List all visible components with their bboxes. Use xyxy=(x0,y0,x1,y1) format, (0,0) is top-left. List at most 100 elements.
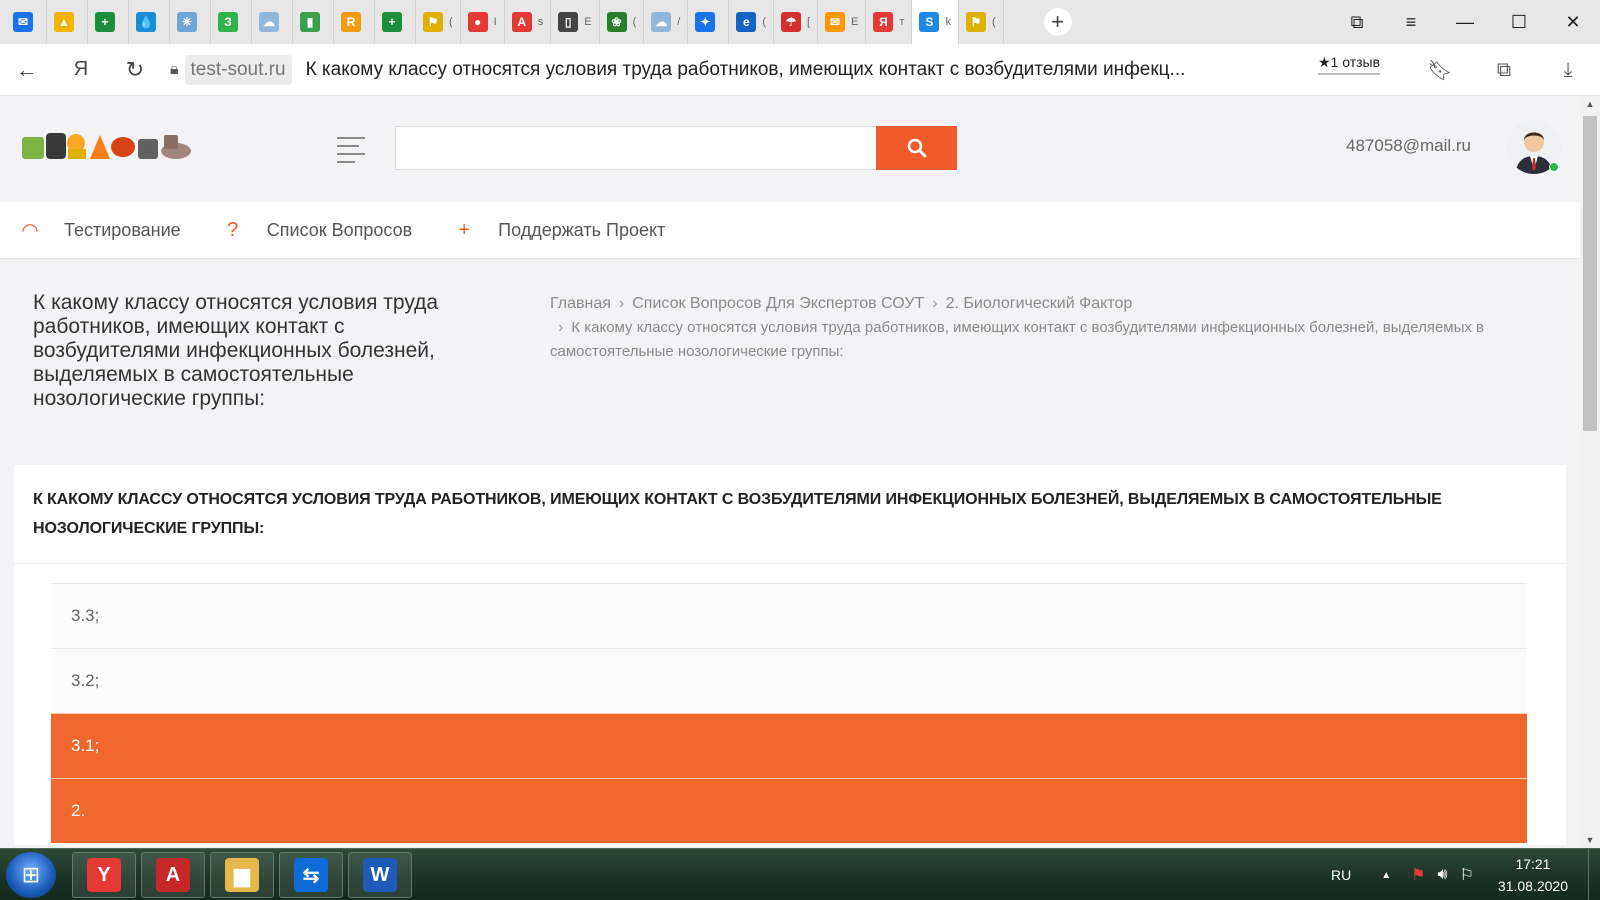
start-button[interactable]: ⊞ xyxy=(6,852,56,898)
menu-item-2[interactable]: + Поддержать Проект xyxy=(452,219,665,242)
divider xyxy=(14,563,1566,564)
menu-item-1[interactable]: ? Список Вопросов xyxy=(221,219,412,242)
page-heading-area: К какому классу относятся условия труда … xyxy=(0,259,1580,464)
user-email[interactable]: 487058@mail.ru xyxy=(1346,136,1471,156)
menu-item-0[interactable]: ◠ Тестирование xyxy=(18,218,180,243)
network-error-icon[interactable]: ⚑ xyxy=(1411,865,1425,885)
address-domain[interactable]: test-sout.ru xyxy=(184,54,292,85)
close-window-button[interactable]: ✕ xyxy=(1546,12,1600,33)
answer-option[interactable]: 2. xyxy=(51,778,1527,843)
question-text: К какому классу относятся условия труда … xyxy=(33,491,1442,537)
browser-tab[interactable]: ▮ xyxy=(293,0,334,44)
search-button[interactable] xyxy=(876,126,957,170)
drop-icon: 💧 xyxy=(136,12,156,32)
taskbar-app[interactable]: A xyxy=(141,852,205,898)
taskbar-app[interactable]: ▆ xyxy=(210,852,274,898)
weather-icon: ☁ xyxy=(651,12,672,32)
question-icon: ? xyxy=(227,218,239,241)
dashboard-icon: ◠ xyxy=(21,219,39,242)
lock-icon[interactable]: 🔒︎ xyxy=(170,61,179,79)
show-hidden-icons-icon[interactable]: ▲ xyxy=(1381,870,1391,881)
tab-title: ( xyxy=(762,16,766,28)
action-center-icon[interactable]: ⚐ xyxy=(1460,865,1474,885)
taskbar-app[interactable]: ⇆ xyxy=(279,852,343,898)
language-indicator[interactable]: RU xyxy=(1331,867,1351,883)
address-page-title[interactable]: К какому классу относятся условия труда … xyxy=(306,59,1226,81)
answer-list: 3.3; 3.2; 3.1; 2. xyxy=(51,583,1527,843)
browser-tab[interactable]: ⚑( xyxy=(959,0,1004,44)
tool-icon: ✳ xyxy=(177,12,197,32)
breadcrumb-current: К какому классу относятся условия труда … xyxy=(550,319,1485,360)
browser-tab[interactable]: ● I xyxy=(461,0,505,44)
s-icon: S xyxy=(919,12,940,32)
question-card: К какому классу относятся условия труда … xyxy=(14,465,1566,845)
tab-title: ( xyxy=(449,16,453,28)
answer-option[interactable]: 3.1; xyxy=(51,713,1527,778)
browser-tab[interactable]: + xyxy=(88,0,129,44)
browser-tab[interactable]: ▯ E xyxy=(551,0,600,44)
show-desktop-button[interactable] xyxy=(1588,849,1600,900)
browser-tab[interactable]: 💧 xyxy=(129,0,170,44)
browser-tab[interactable]: З xyxy=(211,0,252,44)
volume-icon[interactable]: 🔊︎ xyxy=(1437,866,1447,884)
browser-tab[interactable]: ✳ xyxy=(170,0,211,44)
menu-item-label: Список Вопросов xyxy=(266,219,413,240)
yandex-home-button[interactable]: Я xyxy=(54,58,108,81)
search-icon xyxy=(907,138,926,158)
tab-title: / xyxy=(677,16,681,28)
browser-tab[interactable]: ▲ xyxy=(47,0,88,44)
breadcrumb-level1[interactable]: Список Вопросов Для Экспертов СОУТ xyxy=(632,295,924,312)
browser-tab[interactable]: ⚑( xyxy=(416,0,461,44)
back-button[interactable]: ← xyxy=(0,57,54,83)
sheets-plus-icon: + xyxy=(95,12,115,32)
e-icon: e xyxy=(736,12,757,32)
browser-menu-icon[interactable]: ≡ xyxy=(1384,12,1438,33)
new-tab-button[interactable]: + xyxy=(1043,8,1072,36)
bookmark-icon[interactable]: 🔖︎ xyxy=(1408,58,1472,83)
answer-option[interactable]: 3.2; xyxy=(51,648,1527,713)
answer-option[interactable]: 3.3; xyxy=(51,583,1527,648)
clock[interactable]: 17:21 31.08.2020 xyxy=(1498,853,1568,897)
browser-tab[interactable]: + xyxy=(375,0,416,44)
page-scrollbar[interactable]: ▲ ▼ xyxy=(1580,96,1600,848)
breadcrumb-level2[interactable]: 2. Биологический Фактор xyxy=(946,295,1133,312)
browser-tab[interactable]: ✉ E xyxy=(818,0,867,44)
browser-tab[interactable]: e( xyxy=(729,0,774,44)
download-icon[interactable]: ⤓ xyxy=(1536,59,1600,82)
tab-title: ( xyxy=(991,16,996,28)
book-icon: ▮ xyxy=(300,12,320,32)
minimize-button[interactable]: — xyxy=(1438,12,1492,33)
yandex-browser-icon: Y xyxy=(87,858,121,892)
menu-toggle-icon[interactable] xyxy=(337,137,365,169)
browser-tab[interactable]: ☂[ xyxy=(774,0,819,44)
scroll-thumb[interactable] xyxy=(1583,116,1597,431)
breadcrumb-home[interactable]: Главная xyxy=(550,295,611,312)
scroll-down-icon[interactable]: ▼ xyxy=(1580,832,1600,848)
search-input[interactable] xyxy=(395,126,877,170)
browser-tab[interactable]: ☁ / xyxy=(644,0,689,44)
tab-title: [ xyxy=(806,16,811,28)
folder-icon: ▆ xyxy=(225,858,259,892)
browser-tab[interactable]: R xyxy=(334,0,375,44)
scroll-up-icon[interactable]: ▲ xyxy=(1580,96,1600,112)
puzzle-icon: ✦ xyxy=(695,12,716,32)
browser-tab[interactable]: ✉ xyxy=(6,0,47,44)
translate-icon[interactable]: ⧉ xyxy=(1472,59,1536,82)
workwear-icon: ⚑ xyxy=(423,12,443,32)
browser-tab[interactable]: Sk xyxy=(912,0,959,44)
map-pin-icon: ● xyxy=(467,12,488,32)
browser-tab[interactable]: Ят xyxy=(866,0,913,44)
clover-icon: ❀ xyxy=(606,12,627,32)
tab-title: ( xyxy=(632,16,637,28)
taskbar-app[interactable]: W xyxy=(348,852,412,898)
browser-tab[interactable]: ❀( xyxy=(600,0,645,44)
taskbar-app[interactable]: Y xyxy=(72,852,136,898)
site-logo[interactable] xyxy=(20,129,192,163)
reviews-link[interactable]: ★1 отзыв xyxy=(1318,54,1381,75)
reload-button[interactable]: ↻ xyxy=(108,57,162,83)
browser-tab[interactable]: As xyxy=(505,0,552,44)
maximize-button[interactable]: ☐ xyxy=(1492,12,1546,33)
browser-tab[interactable]: ☁ xyxy=(252,0,293,44)
browser-tab[interactable]: ✦ xyxy=(688,0,730,44)
sidebar-collections-icon[interactable]: ⧉ xyxy=(1330,12,1384,33)
